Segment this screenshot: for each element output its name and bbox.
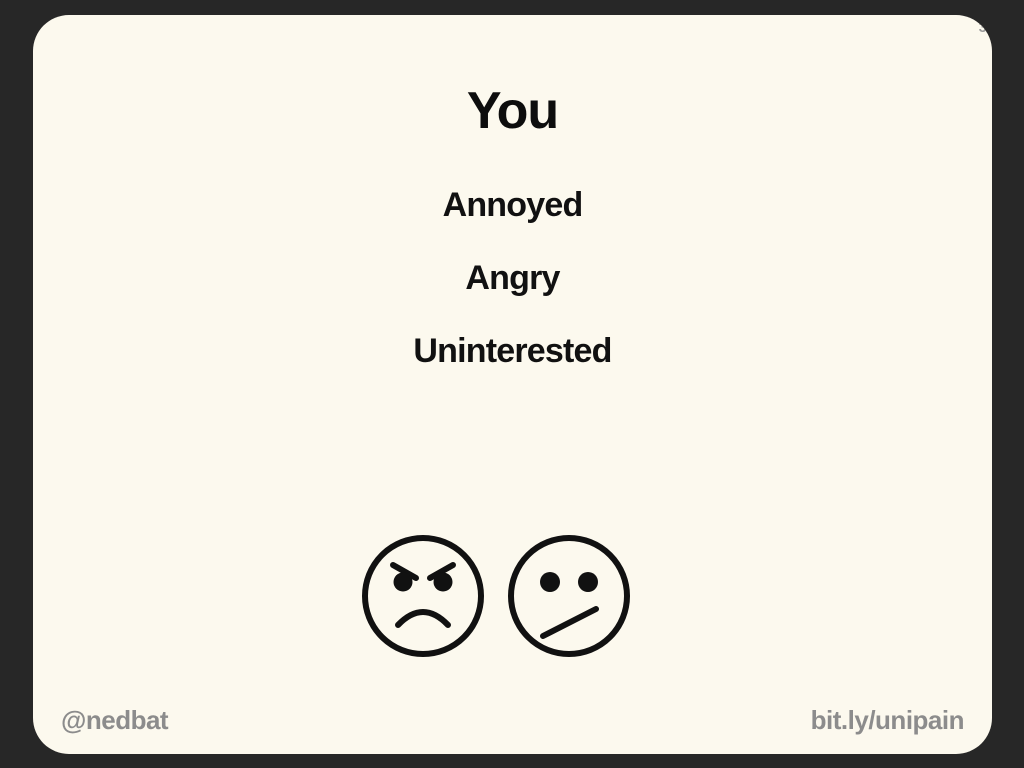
list-item: Angry: [465, 259, 560, 297]
slide-counter: 3/45: [978, 19, 992, 35]
feeling-list: Annoyed Angry Uninterested: [33, 187, 992, 406]
faces-row: [360, 533, 632, 659]
slide: 3/45 You Annoyed Angry Uninterested @ned…: [33, 15, 992, 754]
list-item: Uninterested: [413, 332, 612, 370]
short-link: bit.ly/unipain: [810, 705, 965, 735]
angry-face-icon: [362, 535, 484, 657]
slide-title: You: [466, 82, 559, 140]
skeptical-face-icon: [508, 535, 630, 657]
twitter-handle: @nedbat: [61, 705, 169, 735]
list-item: Annoyed: [442, 186, 584, 224]
